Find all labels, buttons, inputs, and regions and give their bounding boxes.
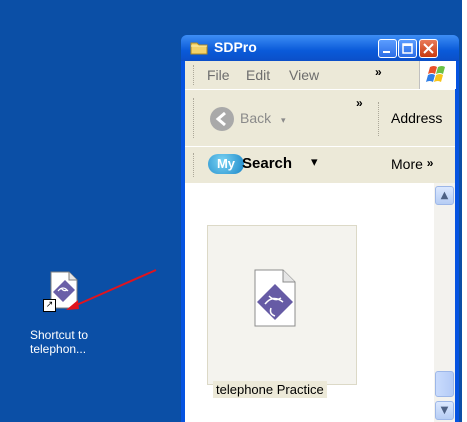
toolbar-grip[interactable] [193,98,197,138]
menu-view[interactable]: View [289,67,319,83]
menu-bar: File Edit View » [185,61,456,90]
toolbar-overflow-chevron[interactable]: » [356,96,363,110]
shortcut-label-line2: telephon... [30,342,87,356]
menu-grip[interactable] [193,65,197,85]
vertical-scrollbar[interactable]: ▲ ▼ [434,183,455,422]
more-chevron-icon: » [426,156,434,170]
search-toolbar-grip[interactable] [193,153,197,177]
mysearch-logo-icon[interactable]: My [208,154,244,174]
search-button[interactable]: Search [242,155,292,172]
scroll-up-button[interactable]: ▲ [435,186,454,205]
shortcut-arrow-icon: ↗ [43,299,56,312]
shortcut-label: Shortcut to telephon... [30,328,98,356]
maximize-button[interactable] [398,39,417,58]
maximize-icon [402,43,413,54]
back-arrow-icon [210,107,234,131]
address-label: Address [391,110,443,126]
menu-edit[interactable]: Edit [246,67,270,83]
mysearch-toolbar: My Search ▾ More » [185,147,455,183]
more-button[interactable]: More » [391,156,433,172]
menu-file[interactable]: File [207,67,230,83]
standard-toolbar: Back ▾ » Address [185,90,455,147]
file-view[interactable]: telephone Practice ▲ ▼ [185,183,455,422]
windows-logo-icon [419,61,456,89]
shortcut-file-icon: ↗ [43,270,81,312]
file-name-label: telephone Practice [213,381,327,398]
scroll-thumb[interactable] [435,371,454,397]
desktop-shortcut[interactable]: ↗ Shortcut to telephon... [28,270,98,356]
shortcut-label-line1: Shortcut to [30,328,89,342]
back-dropdown-caret[interactable]: ▾ [281,115,286,125]
file-item[interactable] [207,225,357,385]
menu-overflow-chevron[interactable]: » [375,65,382,79]
title-bar[interactable]: SDPro [181,35,459,61]
desktop-edge [462,0,467,422]
minimize-icon [383,51,390,53]
more-label-text: More [391,156,423,172]
back-label: Back ▾ [240,110,286,126]
toolbar-separator [378,102,379,136]
back-label-text: Back [240,110,272,126]
folder-icon [190,42,208,55]
search-dropdown-caret[interactable]: ▾ [311,155,318,170]
close-icon [423,43,434,54]
window-client: File Edit View » Back ▾ » Address My Sea… [185,61,456,422]
telephone-practice-file-icon [254,269,296,327]
explorer-window[interactable]: SDPro File Edit View » Back ▾ » Address … [181,35,459,422]
minimize-button[interactable] [378,39,397,58]
window-title: SDPro [214,39,257,55]
scroll-down-button[interactable]: ▼ [435,401,454,420]
close-button[interactable] [419,39,438,58]
